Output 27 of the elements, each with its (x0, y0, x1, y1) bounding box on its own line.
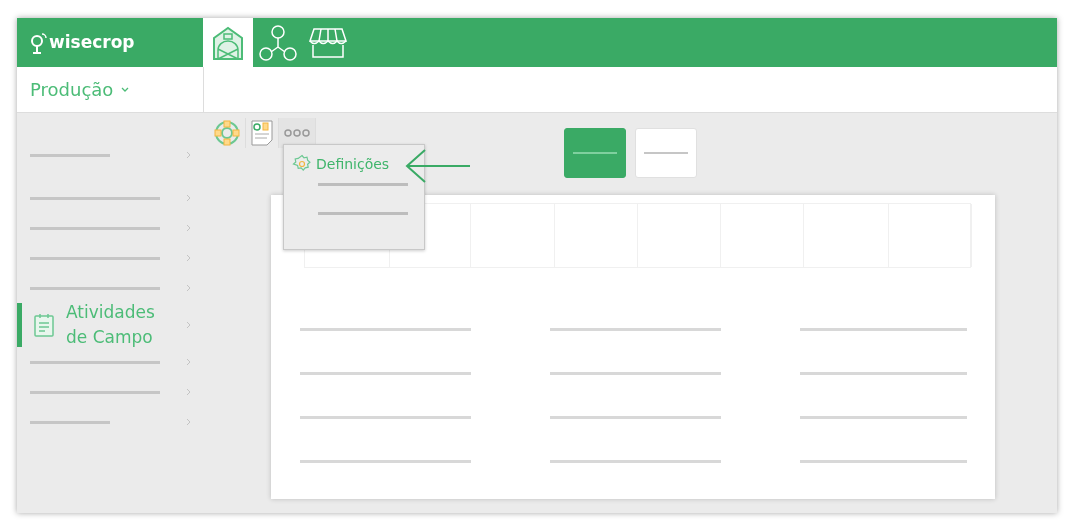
logo-icon (29, 31, 47, 54)
more-icon (284, 129, 310, 137)
caret-icon (121, 86, 130, 93)
brand-name: wisecrop (49, 30, 135, 54)
nav-tab[interactable] (203, 18, 253, 67)
barn-icon (211, 24, 245, 61)
clipboard-icon (34, 313, 54, 337)
view-toggle-button[interactable] (564, 128, 626, 178)
network-icon (259, 24, 297, 61)
settings-icon (292, 154, 312, 174)
chevron-icon (186, 358, 191, 366)
pointer-arrow (405, 148, 471, 184)
menu-item[interactable]: Definições (292, 151, 390, 177)
chevron-icon (186, 254, 191, 262)
chevron-icon (186, 224, 191, 232)
chevron-icon (186, 321, 191, 329)
report-icon (251, 120, 273, 146)
chevron-icon (186, 388, 191, 396)
lifebuoy-icon (214, 120, 240, 146)
chevron-icon (186, 284, 191, 292)
chevron-icon (186, 151, 191, 159)
module-label: Produção (30, 78, 114, 102)
storefront-icon (308, 26, 348, 59)
chevron-icon (186, 194, 191, 202)
module-dropdown[interactable]: Produção (17, 67, 204, 112)
sidebar-item[interactable]: Atividades de Campo (17, 303, 203, 347)
chevron-icon (186, 418, 191, 426)
